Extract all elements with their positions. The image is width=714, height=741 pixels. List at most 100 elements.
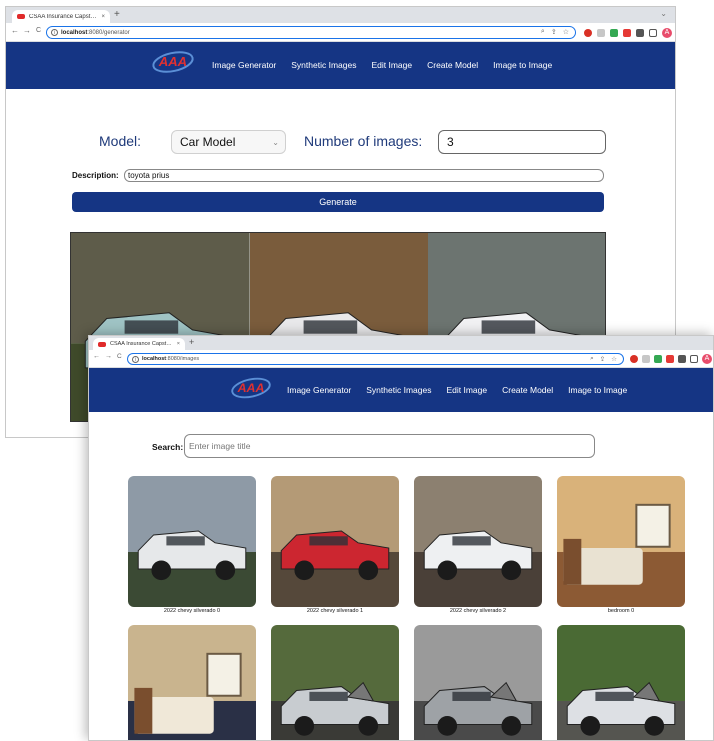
image-card-thumbnail[interactable] <box>557 476 685 607</box>
nav-create-model[interactable]: Create Model <box>427 60 478 70</box>
extension-green-icon[interactable] <box>610 29 618 37</box>
tab-strip: CSAA Insurance Capstone Ima × + <box>89 336 713 350</box>
nav-links: Image Generator Synthetic Images Edit Im… <box>287 385 627 395</box>
browser-tab[interactable]: CSAA Insurance Capstone Ima × <box>93 338 185 350</box>
description-value: toyota prius <box>128 171 170 180</box>
image-card[interactable] <box>414 625 542 740</box>
aaa-logo[interactable]: AAA <box>151 50 195 79</box>
image-card[interactable] <box>128 625 256 740</box>
model-select[interactable]: Car Model ⌄ <box>171 130 286 154</box>
nav-edit-image[interactable]: Edit Image <box>371 60 412 70</box>
aaa-logo-icon: AAA <box>231 377 271 399</box>
puzzle-icon[interactable] <box>678 355 686 363</box>
image-card[interactable] <box>271 625 399 740</box>
aaa-favicon-icon <box>17 14 25 19</box>
sidepanel-icon[interactable] <box>690 355 698 363</box>
zoom-icon[interactable]: ⌕ <box>590 355 594 363</box>
image-card-caption: bedroom 0 <box>607 608 635 614</box>
image-card-caption: 2022 chevy silverado 2 <box>449 608 507 614</box>
new-tab-button[interactable]: + <box>114 9 120 20</box>
extension-gray-icon[interactable] <box>642 355 650 363</box>
aaa-logo[interactable]: AAA <box>230 376 272 405</box>
url-field[interactable]: i localhost:8080/images ⌕ ⇪ ☆ <box>127 353 624 365</box>
address-bar-row: ← → C i localhost:8080/images ⌕ ⇪ ☆ A <box>89 350 713 368</box>
site-info-icon[interactable]: i <box>132 355 139 363</box>
extension-green-icon[interactable] <box>654 355 662 363</box>
extension-video-icon[interactable] <box>666 355 674 363</box>
browser-tab[interactable]: CSAA Insurance Capstone Ima × <box>12 10 110 23</box>
profile-avatar[interactable]: A <box>662 28 672 38</box>
image-card[interactable] <box>557 625 685 740</box>
images-page: Search: Enter image title 2022 chevy sil… <box>89 412 713 740</box>
new-tab-button[interactable]: + <box>189 337 194 347</box>
app-navbar: AAA Image Generator Synthetic Images Edi… <box>6 42 675 89</box>
app-navbar: AAA Image Generator Synthetic Images Edi… <box>89 368 713 412</box>
aaa-favicon-icon <box>98 341 106 347</box>
nav-image-to-image[interactable]: Image to Image <box>493 60 552 70</box>
nav-synthetic-images[interactable]: Synthetic Images <box>366 385 431 395</box>
image-count-input[interactable]: 3 <box>438 130 606 154</box>
image-card-thumbnail[interactable] <box>414 476 542 607</box>
generate-button[interactable]: Generate <box>72 192 604 212</box>
image-card[interactable]: bedroom 0 <box>557 476 685 614</box>
share-icon[interactable]: ⇪ <box>600 355 605 363</box>
url-host: localhost <box>142 356 167 362</box>
nav-links: Image Generator Synthetic Images Edit Im… <box>212 60 552 70</box>
image-card-thumbnail[interactable] <box>414 625 542 740</box>
model-select-value: Car Model <box>180 135 236 149</box>
bookmark-star-icon[interactable]: ☆ <box>611 355 617 363</box>
nav-image-to-image[interactable]: Image to Image <box>568 385 627 395</box>
search-label: Search: <box>152 442 184 452</box>
nav-synthetic-images[interactable]: Synthetic Images <box>291 60 356 70</box>
puzzle-icon[interactable] <box>636 29 644 37</box>
profile-avatar[interactable]: A <box>702 354 712 364</box>
tab-search-chevron-icon[interactable]: ⌄ <box>660 9 667 18</box>
image-card[interactable]: 2022 chevy silverado 1 <box>271 476 399 614</box>
model-label: Model: <box>99 133 142 149</box>
share-icon[interactable]: ⇪ <box>551 28 557 36</box>
image-card[interactable]: 2022 chevy silverado 0 <box>128 476 256 614</box>
extension-gray-icon[interactable] <box>597 29 605 37</box>
nav-create-model[interactable]: Create Model <box>502 385 553 395</box>
reload-icon[interactable]: C <box>36 27 41 34</box>
extension-video-icon[interactable] <box>623 29 631 37</box>
tab-strip: CSAA Insurance Capstone Ima × + ⌄ <box>6 7 675 23</box>
nav-image-generator[interactable]: Image Generator <box>212 60 276 70</box>
nav-edit-image[interactable]: Edit Image <box>446 385 487 395</box>
image-card-thumbnail[interactable] <box>128 476 256 607</box>
image-card-thumbnail[interactable] <box>271 476 399 607</box>
extension-red-icon[interactable] <box>630 355 638 363</box>
image-card-thumbnail[interactable] <box>128 625 256 740</box>
image-card-caption: 2022 chevy silverado 0 <box>163 608 221 614</box>
count-label: Number of images: <box>304 133 423 149</box>
tab-title: CSAA Insurance Capstone Ima <box>110 341 173 347</box>
image-card-thumbnail[interactable] <box>271 625 399 740</box>
description-input[interactable]: toyota prius <box>124 169 604 182</box>
forward-arrow-icon[interactable]: → <box>23 26 31 35</box>
search-input[interactable]: Enter image title <box>184 434 595 458</box>
nav-image-generator[interactable]: Image Generator <box>287 385 351 395</box>
aaa-logo-text: AAA <box>237 381 265 395</box>
image-card-caption: 2022 chevy silverado 1 <box>306 608 364 614</box>
close-tab-icon[interactable]: × <box>177 341 180 347</box>
back-arrow-icon[interactable]: ← <box>93 353 100 360</box>
description-label: Description: <box>72 171 119 180</box>
close-tab-icon[interactable]: × <box>101 14 105 20</box>
address-bar-row: ← → C i localhost:8080/generator ⌕ ⇪ ☆ A <box>6 23 675 42</box>
images-browser-window: CSAA Insurance Capstone Ima × + ← → C i … <box>88 335 714 741</box>
url-path: :8080/images <box>166 356 200 362</box>
search-placeholder: Enter image title <box>189 441 251 451</box>
zoom-icon[interactable]: ⌕ <box>541 28 545 36</box>
extensions-row: A <box>630 354 712 364</box>
site-info-icon[interactable]: i <box>51 29 58 36</box>
image-card-thumbnail[interactable] <box>557 625 685 740</box>
bookmark-star-icon[interactable]: ☆ <box>563 28 569 36</box>
url-host: localhost <box>61 29 88 36</box>
reload-icon[interactable]: C <box>117 353 122 360</box>
forward-arrow-icon[interactable]: → <box>105 353 112 360</box>
image-card[interactable]: 2022 chevy silverado 2 <box>414 476 542 614</box>
back-arrow-icon[interactable]: ← <box>11 26 19 35</box>
sidepanel-icon[interactable] <box>649 29 657 37</box>
url-field[interactable]: i localhost:8080/generator ⌕ ⇪ ☆ <box>46 26 576 39</box>
extension-red-icon[interactable] <box>584 29 592 37</box>
